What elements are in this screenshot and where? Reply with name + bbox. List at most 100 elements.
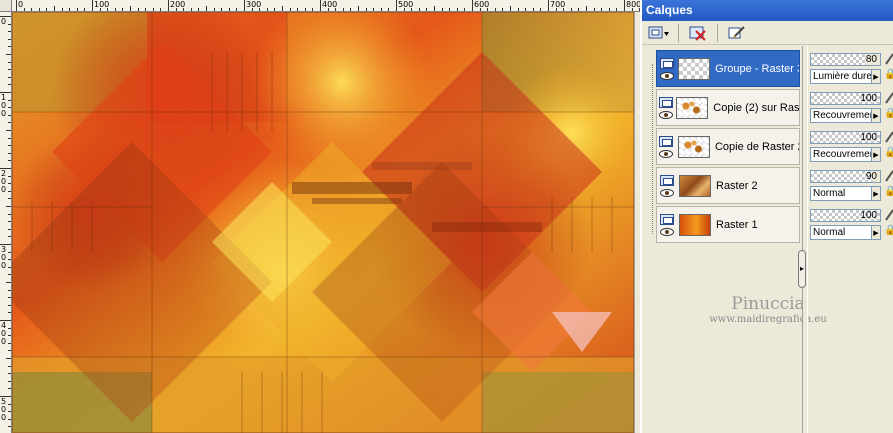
lock-icon[interactable]: 🔒: [884, 147, 893, 161]
layer-name: Raster 2: [716, 179, 758, 192]
blend-mode-value: Normal: [813, 188, 846, 199]
new-layer-button[interactable]: [646, 23, 672, 43]
blend-mode-value: Lumière dure: [813, 71, 871, 82]
visibility-eye-icon[interactable]: [659, 71, 674, 80]
ruler-label: 800: [626, 0, 640, 9]
splitter-arrow-icon[interactable]: ▸: [798, 250, 806, 288]
dropdown-arrow-icon[interactable]: ▶: [871, 70, 880, 83]
layer-props-copie-de-raster-2: 100 Recouvrement ▶ 🔒: [810, 128, 893, 165]
group-tree-line: [652, 64, 653, 234]
opacity-slider[interactable]: 80: [810, 53, 881, 66]
opacity-value: 100: [860, 93, 877, 104]
layer-thumbnail: [679, 174, 711, 197]
layer-properties-column: 80 Lumière dure ▶ 🔒 100 Recouvreme ▶ 🔒 1…: [810, 46, 893, 433]
vertical-ruler: 0100200300400500: [0, 12, 12, 433]
horizontal-ruler: 0 100 200 300 400 500 600 700 800: [12, 0, 640, 12]
layer-thumbnail: [678, 57, 711, 80]
ruler-tick: [396, 0, 397, 11]
toolbar-separator: [717, 23, 718, 42]
layer-row-raster-2[interactable]: Raster 2: [656, 167, 800, 204]
lock-icon[interactable]: 🔒: [884, 69, 893, 83]
ruler-label: 0: [1, 261, 7, 270]
ruler-tick: [548, 0, 549, 11]
opacity-slider[interactable]: 90: [810, 170, 881, 183]
dropdown-arrow-icon[interactable]: ▶: [871, 187, 880, 200]
ruler-label: 0: [1, 17, 7, 26]
lock-icon[interactable]: 🔒: [884, 225, 893, 239]
ruler-tick: [472, 0, 473, 11]
visibility-eye-icon[interactable]: [660, 227, 674, 236]
dropdown-arrow-icon[interactable]: ▶: [871, 226, 880, 239]
layer-name: Groupe - Raster 3: [715, 62, 799, 75]
layers-list: Groupe - Raster 3 Copie (2) sur Raster C…: [644, 46, 827, 433]
layer-row-copie-2-sur-raster[interactable]: Copie (2) sur Raster: [656, 89, 800, 126]
toolbar-separator: [678, 23, 679, 42]
opacity-value: 100: [860, 132, 877, 143]
edit-pencil-icon[interactable]: [884, 52, 893, 66]
layer-thumbnail: [677, 135, 710, 158]
palette-title[interactable]: Calques: [642, 0, 893, 21]
ruler-label: 0: [1, 413, 7, 422]
canvas-area: 0 100 200 300 400 500 600 700 800 01002003004005…: [0, 0, 640, 433]
blend-mode-select[interactable]: Lumière dure ▶: [810, 69, 881, 84]
delete-layer-icon: [689, 26, 706, 41]
ruler-tick: [320, 0, 321, 11]
layer-name: Copie de Raster 2: [714, 140, 799, 153]
layer-props-copie-2-sur-raster: 100 Recouvrement ▶ 🔒: [810, 89, 893, 126]
layer-props-raster-1: 100 Normal ▶ 🔒: [810, 206, 893, 243]
raster-layer-icon: [660, 174, 674, 186]
blend-mode-value: Recouvrement: [813, 149, 871, 160]
raster-layer-icon: [659, 135, 674, 147]
layer-name: Copie (2) sur Raster: [713, 101, 799, 114]
group-layer-icon: [659, 57, 674, 69]
ruler-corner: [0, 0, 12, 12]
blend-mode-value: Recouvrement: [813, 110, 871, 121]
opacity-slider[interactable]: 100: [810, 209, 881, 222]
ruler-tick: [244, 0, 245, 11]
edit-layer-button[interactable]: [724, 23, 750, 43]
edit-pencil-icon[interactable]: [884, 91, 893, 105]
blend-mode-select[interactable]: Recouvrement ▶: [810, 147, 881, 162]
raster-layer-icon: [660, 213, 674, 225]
layer-row-raster-1[interactable]: Raster 1: [656, 206, 800, 243]
opacity-slider[interactable]: 100: [810, 92, 881, 105]
visibility-eye-icon[interactable]: [659, 149, 674, 158]
raster-layer-icon: [658, 96, 673, 108]
layers-palette: Calques Groupe - Raster 3 Copie (2) sur …: [640, 0, 893, 433]
ruler-label: 0: [18, 0, 24, 9]
ruler-tick: [16, 0, 17, 11]
layer-name: Raster 1: [716, 218, 758, 231]
layer-thumbnail: [679, 213, 711, 236]
layer-props-raster-2: 90 Normal ▶ 🔒: [810, 167, 893, 204]
lock-icon[interactable]: 🔒: [884, 186, 893, 200]
blend-mode-select[interactable]: Normal ▶: [810, 186, 881, 201]
layer-row-groupe-raster-3[interactable]: Groupe - Raster 3: [656, 50, 800, 87]
blend-mode-select[interactable]: Normal ▶: [810, 225, 881, 240]
blend-mode-value: Normal: [813, 227, 846, 238]
edit-pencil-icon[interactable]: [884, 208, 893, 222]
lock-icon[interactable]: 🔒: [884, 108, 893, 122]
new-layer-icon: [648, 26, 669, 38]
dropdown-arrow-icon[interactable]: ▶: [871, 109, 880, 122]
opacity-slider[interactable]: 100: [810, 131, 881, 144]
edit-pencil-icon[interactable]: [884, 130, 893, 144]
ruler-label: 0: [1, 337, 7, 346]
visibility-eye-icon[interactable]: [658, 110, 673, 119]
edit-layer-icon: [728, 25, 745, 38]
palette-toolbar: [642, 21, 893, 45]
ruler-tick: [168, 0, 169, 11]
image-canvas[interactable]: [12, 12, 634, 433]
blend-mode-select[interactable]: Recouvrement ▶: [810, 108, 881, 123]
opacity-value: 100: [860, 210, 877, 221]
ruler-label: 0: [1, 185, 7, 194]
visibility-eye-icon[interactable]: [660, 188, 674, 197]
layer-row-copie-de-raster-2[interactable]: Copie de Raster 2: [656, 128, 800, 165]
column-divider[interactable]: [802, 46, 808, 433]
edit-pencil-icon[interactable]: [884, 169, 893, 183]
delete-layer-button[interactable]: [685, 23, 711, 43]
layer-thumbnail: [676, 96, 709, 119]
app-window: 0 100 200 300 400 500 600 700 800 01002003004005…: [0, 0, 893, 433]
ruler-tick: [624, 0, 625, 11]
opacity-value: 90: [865, 171, 877, 182]
dropdown-arrow-icon[interactable]: ▶: [871, 148, 880, 161]
